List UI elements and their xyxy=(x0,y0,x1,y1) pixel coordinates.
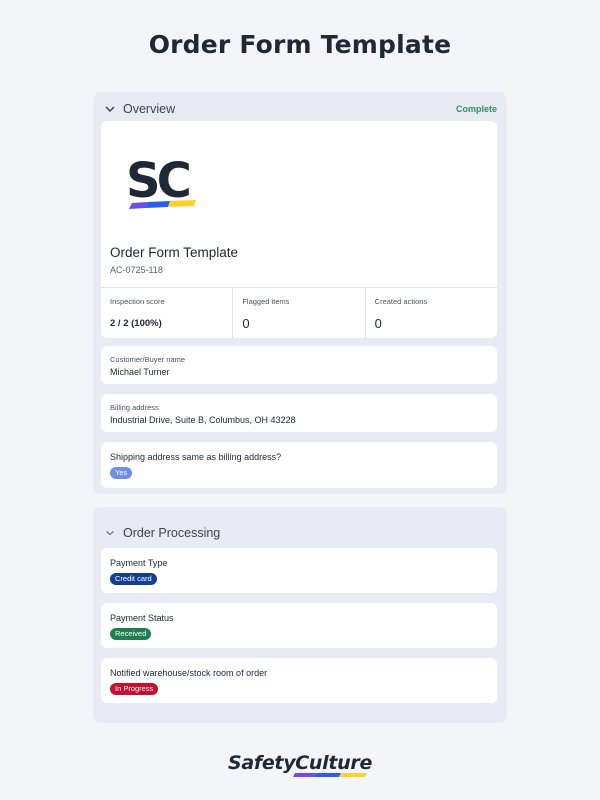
stat-value: 0 xyxy=(374,316,382,331)
field-value: Industrial Drive, Suite B, Columbus, OH … xyxy=(110,415,296,425)
stat-value: 2 / 2 (100%) xyxy=(110,318,162,329)
processing-section-header[interactable]: Order Processing xyxy=(103,524,497,542)
chevron-down-icon[interactable] xyxy=(103,102,117,116)
answer-badge-yes: Yes xyxy=(110,467,133,479)
question-label: Notified warehouse/stock room of order xyxy=(110,668,268,678)
chevron-down-icon[interactable] xyxy=(103,526,117,540)
field-label: Billing address xyxy=(110,403,159,412)
field-value: Michael Turner xyxy=(110,367,170,377)
question-label: Payment Status xyxy=(110,613,174,623)
answer-badge-credit-card: Credit card xyxy=(110,573,157,585)
document-id: AC-0725-118 xyxy=(110,265,163,275)
safetyculture-logo: SafetyCulture xyxy=(227,752,373,774)
stat-created-actions: Created actions 0 xyxy=(366,288,497,339)
section-title: Overview xyxy=(123,102,176,116)
page-title: Order Form Template xyxy=(148,30,452,59)
overview-card: SC Order Form Template AC-0725-118 Inspe… xyxy=(101,121,497,339)
section-title: Order Processing xyxy=(123,526,221,540)
logo-lettering: SC xyxy=(126,153,190,209)
answer-badge-received: Received xyxy=(110,628,152,640)
order-processing-section: Order Processing Payment Type Credit car… xyxy=(93,507,507,723)
logo-underline xyxy=(293,773,367,777)
stats-row: Inspection score 2 / 2 (100%) Flagged it… xyxy=(101,287,497,339)
stat-label: Inspection score xyxy=(110,297,165,306)
stat-label: Created actions xyxy=(374,297,428,306)
document-title: Order Form Template xyxy=(110,245,239,260)
question-label: Shipping address same as billing address… xyxy=(110,452,282,462)
company-logo: SC xyxy=(126,153,216,218)
overview-section: Overview Complete SC Order Form Template… xyxy=(93,92,507,494)
stat-value: 0 xyxy=(242,316,250,331)
customer-name-field[interactable]: Customer/Buyer name Michael Turner xyxy=(101,346,497,384)
overview-section-header[interactable]: Overview Complete xyxy=(103,100,497,118)
question-label: Payment Type xyxy=(110,558,168,568)
field-label: Customer/Buyer name xyxy=(110,355,186,364)
status-badge: Complete xyxy=(455,104,497,114)
payment-status-question[interactable]: Payment Status Received xyxy=(101,603,497,648)
stat-flagged-items: Flagged items 0 xyxy=(233,288,366,339)
stat-label: Flagged items xyxy=(242,297,290,306)
warehouse-notified-question[interactable]: Notified warehouse/stock room of order I… xyxy=(101,658,497,703)
stat-inspection-score: Inspection score 2 / 2 (100%) xyxy=(101,288,234,339)
shipping-same-question[interactable]: Shipping address same as billing address… xyxy=(101,442,497,488)
answer-badge-in-progress: In Progress xyxy=(110,683,159,695)
payment-type-question[interactable]: Payment Type Credit card xyxy=(101,548,497,593)
billing-address-field[interactable]: Billing address Industrial Drive, Suite … xyxy=(101,394,497,432)
